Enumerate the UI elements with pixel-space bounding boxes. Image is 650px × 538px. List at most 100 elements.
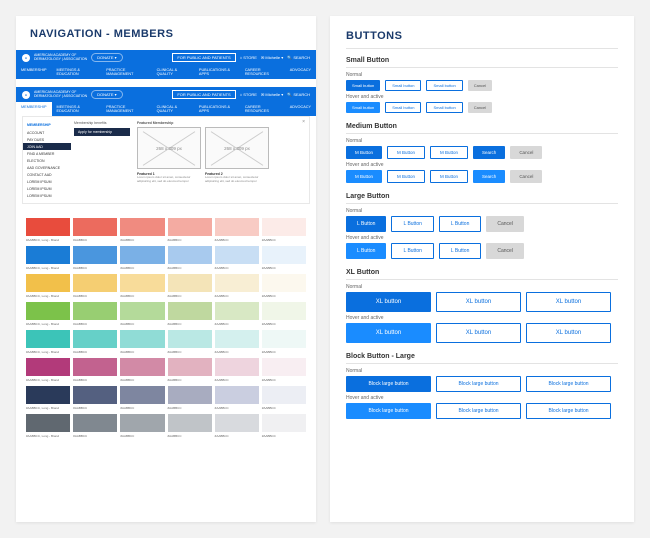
nav-item[interactable]: PRACTICE MANAGEMENT	[101, 65, 151, 79]
mega-item[interactable]: PAY DUES	[23, 136, 71, 143]
color-swatch[interactable]: #AABBCC, Long - Brand	[26, 330, 70, 348]
color-swatch[interactable]: #AABBCC	[168, 386, 212, 404]
color-swatch[interactable]: #AABBCC	[262, 246, 306, 264]
demo-button[interactable]: Block large button	[346, 403, 431, 419]
color-swatch[interactable]: #AABBCC	[120, 246, 164, 264]
member-menu[interactable]: ✉ Michelle ▾	[261, 92, 283, 97]
demo-button[interactable]: Block large button	[346, 376, 431, 392]
demo-button[interactable]: XL button	[526, 323, 611, 343]
nav-item[interactable]: CAREER RESOURCES	[240, 102, 285, 116]
demo-button[interactable]: L Button	[439, 216, 481, 232]
color-swatch[interactable]: #AABBCC	[73, 358, 117, 376]
color-swatch[interactable]: #AABBCC	[73, 246, 117, 264]
cancel-button[interactable]: Cancel	[510, 146, 542, 159]
color-swatch[interactable]: #AABBCC	[262, 302, 306, 320]
cancel-button[interactable]: Cancel	[486, 243, 524, 259]
cancel-button[interactable]: Cancel	[510, 170, 542, 183]
color-swatch[interactable]: #AABBCC	[120, 218, 164, 236]
color-swatch[interactable]: #AABBCC	[120, 414, 164, 432]
color-swatch[interactable]: #AABBCC, Long - Brand	[26, 246, 70, 264]
color-swatch[interactable]: #AABBCC	[215, 330, 259, 348]
color-swatch[interactable]: #AABBCC	[120, 274, 164, 292]
nav-item[interactable]: PUBLICATIONS & APPS	[194, 65, 240, 79]
nav-item-active[interactable]: MEMBERSHIP	[16, 102, 52, 116]
color-swatch[interactable]: #AABBCC	[215, 274, 259, 292]
color-swatch[interactable]: #AABBCC	[215, 414, 259, 432]
color-swatch[interactable]: #AABBCC	[215, 386, 259, 404]
color-swatch[interactable]: #AABBCC	[215, 358, 259, 376]
demo-button[interactable]: Search	[473, 170, 505, 183]
demo-button[interactable]: L Button	[346, 243, 386, 259]
color-swatch[interactable]: #AABBCC	[262, 414, 306, 432]
cancel-button[interactable]: Cancel	[468, 102, 492, 113]
demo-button[interactable]: XL button	[346, 323, 431, 343]
store-link[interactable]: ⌂ STORE	[240, 92, 257, 97]
color-swatch[interactable]: #AABBCC, Long - Brand	[26, 218, 70, 236]
nav-item[interactable]: ADVOCACY	[285, 102, 316, 116]
color-swatch[interactable]: #AABBCC	[120, 302, 164, 320]
color-swatch[interactable]: #AABBCC	[215, 246, 259, 264]
demo-button[interactable]: Block large button	[526, 376, 611, 392]
demo-button[interactable]: XL button	[436, 323, 521, 343]
nav-item[interactable]: CLINICAL & QUALITY	[152, 65, 194, 79]
color-swatch[interactable]: #AABBCC	[168, 330, 212, 348]
color-swatch[interactable]: #AABBCC	[73, 218, 117, 236]
demo-button[interactable]: M Button	[387, 170, 425, 183]
demo-button[interactable]: L Button	[391, 243, 433, 259]
nav-item[interactable]: PUBLICATIONS & APPS	[194, 102, 240, 116]
close-icon[interactable]: ×	[302, 119, 305, 125]
color-swatch[interactable]: #AABBCC, Long - Brand	[26, 414, 70, 432]
color-swatch[interactable]: #AABBCC	[168, 358, 212, 376]
donate-button[interactable]: DONATE ▾	[91, 53, 123, 62]
mega-item-active[interactable]: JOIN AAD	[23, 143, 71, 150]
demo-button[interactable]: L Button	[391, 216, 433, 232]
color-swatch[interactable]: #AABBCC	[120, 358, 164, 376]
color-swatch[interactable]: #AABBCC	[215, 218, 259, 236]
nav-item[interactable]: MEMBERSHIP	[16, 65, 52, 79]
cancel-button[interactable]: Cancel	[468, 80, 492, 91]
color-swatch[interactable]: #AABBCC	[73, 414, 117, 432]
mega-item[interactable]: ELECTION	[23, 157, 71, 164]
color-swatch[interactable]: #AABBCC	[168, 274, 212, 292]
demo-button[interactable]: M Button	[346, 146, 382, 159]
color-swatch[interactable]: #AABBCC	[168, 302, 212, 320]
color-swatch[interactable]: #AABBCC	[168, 218, 212, 236]
color-swatch[interactable]: #AABBCC, Long - Brand	[26, 358, 70, 376]
mega-item[interactable]: LOREM IPSUM	[23, 178, 71, 185]
store-link[interactable]: ⌂ STORE	[240, 55, 257, 60]
color-swatch[interactable]: #AABBCC	[73, 386, 117, 404]
demo-button[interactable]: Small button	[385, 102, 421, 113]
nav-item[interactable]: CLINICAL & QUALITY	[152, 102, 194, 116]
cancel-button[interactable]: Cancel	[486, 216, 524, 232]
search-link[interactable]: 🔍 SEARCH	[287, 55, 310, 60]
demo-button[interactable]: L Button	[439, 243, 481, 259]
demo-button[interactable]: M Button	[430, 146, 468, 159]
mega-item[interactable]: AAD GOVERNANCE	[23, 164, 71, 171]
mega-item[interactable]: LOREM IPSUM	[23, 185, 71, 192]
color-swatch[interactable]: #AABBCC	[120, 330, 164, 348]
mega-item[interactable]: FIND A MEMBER	[23, 150, 71, 157]
demo-button[interactable]: XL button	[346, 292, 431, 312]
color-swatch[interactable]: #AABBCC, Long - Brand	[26, 386, 70, 404]
demo-button[interactable]: Small button	[385, 80, 421, 91]
color-swatch[interactable]: #AABBCC	[262, 274, 306, 292]
mega-item[interactable]: LOREM IPSUM	[23, 192, 71, 199]
color-swatch[interactable]: #AABBCC	[262, 330, 306, 348]
color-swatch[interactable]: #AABBCC	[262, 386, 306, 404]
mega-item[interactable]: CONTACT AAD	[23, 171, 71, 178]
color-swatch[interactable]: #AABBCC	[120, 386, 164, 404]
color-swatch[interactable]: #AABBCC	[168, 414, 212, 432]
demo-button[interactable]: Small button	[346, 102, 380, 113]
color-swatch[interactable]: #AABBCC	[215, 302, 259, 320]
mega-item[interactable]: ACCOUNT	[23, 129, 71, 136]
demo-button[interactable]: Block large button	[436, 376, 521, 392]
demo-button[interactable]: M Button	[430, 170, 468, 183]
demo-button[interactable]: Small button	[346, 80, 380, 91]
color-swatch[interactable]: #AABBCC, Long - Brand	[26, 274, 70, 292]
nav-item[interactable]: ADVOCACY	[285, 65, 316, 79]
demo-button[interactable]: XL button	[526, 292, 611, 312]
color-swatch[interactable]: #AABBCC	[168, 246, 212, 264]
search-link[interactable]: 🔍 SEARCH	[287, 92, 310, 97]
demo-button[interactable]: Small button	[426, 80, 462, 91]
demo-button[interactable]: Block large button	[526, 403, 611, 419]
